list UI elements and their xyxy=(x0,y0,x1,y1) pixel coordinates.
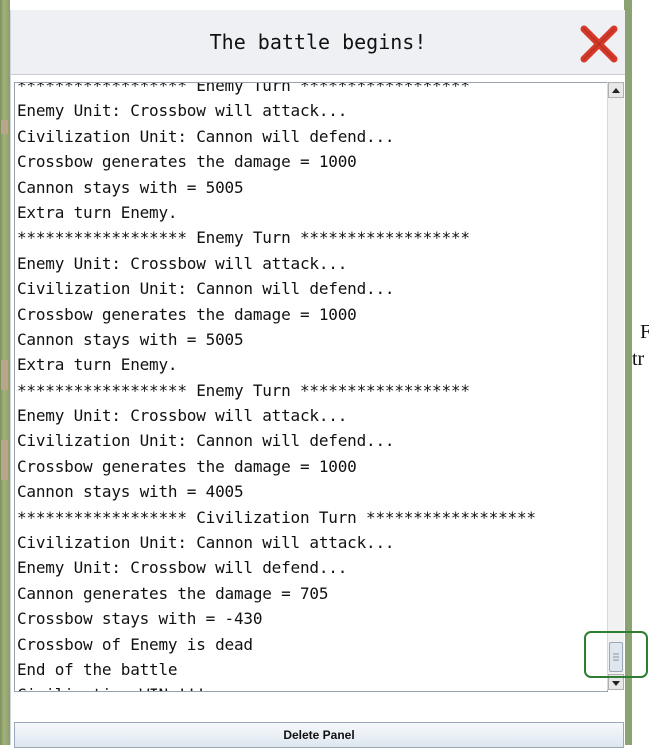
background-text-fragment: tr xyxy=(632,348,645,370)
log-line: ****************** Civilization Turn ***… xyxy=(17,507,536,527)
battle-log-lines: ****************** Enemy Turn **********… xyxy=(17,82,587,691)
close-x-icon[interactable] xyxy=(579,24,619,64)
log-line: Enemy Unit: Crossbow will attack... xyxy=(17,406,348,426)
log-line: Civilization Unit: Cannon will defend... xyxy=(17,279,395,299)
log-line: Crossbow generates the damage = 1000 xyxy=(17,152,357,172)
log-line: Enemy Unit: Crossbow will defend... xyxy=(17,558,348,578)
close-x-icon-glyph xyxy=(580,25,618,63)
scrollbar-highlight-annotation xyxy=(584,631,648,678)
log-line: Crossbow stays with = -430 xyxy=(17,609,263,629)
log-line: Extra turn Enemy. xyxy=(17,202,178,222)
delete-panel-button[interactable]: Delete Panel xyxy=(14,722,624,748)
log-line: ****************** Enemy Turn **********… xyxy=(17,380,470,400)
dialog-title: The battle begins! xyxy=(209,30,427,54)
battle-dialog: The battle begins! ****************** En… xyxy=(10,10,625,748)
log-line: Enemy Unit: Crossbow will attack... xyxy=(17,101,348,121)
log-line: ****************** Enemy Turn **********… xyxy=(17,82,470,95)
log-line: Crossbow generates the damage = 1000 xyxy=(17,456,357,476)
log-line: Crossbow generates the damage = 1000 xyxy=(17,304,357,324)
background-strip-mark xyxy=(1,440,8,480)
scroll-up-arrow-icon[interactable] xyxy=(608,82,624,98)
log-line: Cannon stays with = 4005 xyxy=(17,482,244,502)
log-line: Extra turn Enemy. xyxy=(17,355,178,375)
dialog-titlebar: The battle begins! xyxy=(11,10,625,75)
log-line: Cannon generates the damage = 705 xyxy=(17,583,329,603)
background-text-fragment: F xyxy=(640,321,649,343)
background-strip-mark xyxy=(1,120,8,134)
vertical-scrollbar[interactable] xyxy=(607,82,624,690)
log-line: End of the battle xyxy=(17,659,178,679)
battle-log-textarea[interactable]: ****************** Enemy Turn **********… xyxy=(14,82,608,692)
log-line: Cannon stays with = 5005 xyxy=(17,329,244,349)
background-strip-mark xyxy=(1,360,8,390)
log-line: Enemy Unit: Crossbow will attack... xyxy=(17,253,348,273)
log-line: Crossbow of Enemy is dead xyxy=(17,634,253,654)
log-line: Civilization Unit: Cannon will defend... xyxy=(17,126,395,146)
log-line: Civilization Unit: Cannon will attack... xyxy=(17,533,395,553)
log-line: ****************** Enemy Turn **********… xyxy=(17,228,470,248)
log-line: Civilization Unit: Cannon will defend... xyxy=(17,431,395,451)
background-window-edge xyxy=(0,0,10,745)
log-line: Cannon stays with = 5005 xyxy=(17,177,244,197)
log-line: Civilization WIN !!! xyxy=(17,682,587,691)
